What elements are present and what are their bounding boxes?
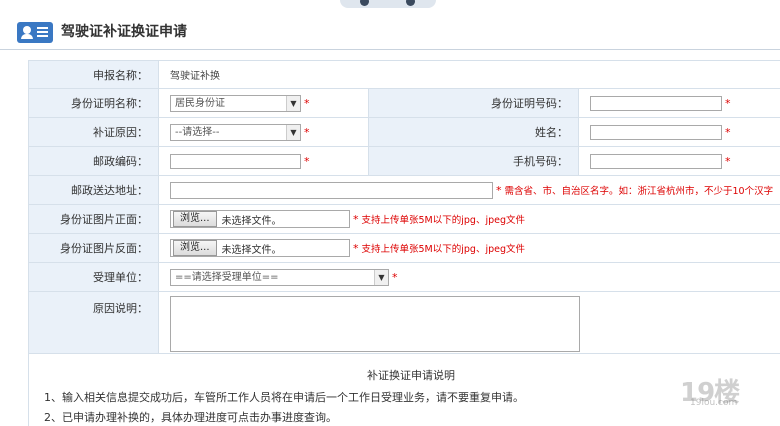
id-front-label: 身份证图片正面： xyxy=(28,204,159,234)
required-mark: * xyxy=(725,125,731,139)
chevron-down-icon: ▼ xyxy=(286,124,300,140)
id-back-file-input[interactable]: 浏览... 未选择文件。 xyxy=(170,239,350,257)
id-type-label: 身份证明名称： xyxy=(28,88,159,118)
required-mark: * xyxy=(496,183,502,197)
instruction-line-1: 1、输入相关信息提交成功后，车管所工作人员将在申请后一个工作日受理业务，请不要重… xyxy=(44,391,524,404)
required-mark: * xyxy=(353,241,359,255)
no-file-text: 未选择文件。 xyxy=(221,244,282,256)
office-select[interactable]: ==请选择受理单位== ▼ xyxy=(170,268,389,286)
reason-label: 补证原因： xyxy=(28,117,159,147)
name-label: 姓名： xyxy=(368,117,579,147)
instruction-line-2: 2、已申请办理补换的，具体办理进度可点击办事进度查询。 xyxy=(44,411,337,424)
required-mark: * xyxy=(353,212,359,226)
user-list-icon xyxy=(17,22,53,43)
office-label: 受理单位： xyxy=(28,262,159,292)
upload-hint: 支持上传单张5M以下的jpg、jpeg文件 xyxy=(361,215,526,226)
required-mark: * xyxy=(304,96,310,110)
required-mark: * xyxy=(725,154,731,168)
browse-button[interactable]: 浏览... xyxy=(173,240,217,256)
instructions-title: 补证换证申请说明 xyxy=(367,369,455,382)
chevron-down-icon: ▼ xyxy=(374,269,388,285)
page-title: 驾驶证补证换证申请 xyxy=(61,24,187,40)
address-input[interactable] xyxy=(170,181,493,199)
browse-button[interactable]: 浏览... xyxy=(173,211,217,227)
reason-desc-textarea[interactable] xyxy=(170,296,580,352)
car-graphic xyxy=(340,0,436,8)
upload-hint: 支持上传单张5M以下的jpg、jpeg文件 xyxy=(361,244,526,255)
chevron-down-icon: ▼ xyxy=(286,95,300,111)
postcode-input[interactable] xyxy=(170,153,301,169)
reason-selected-value: --请选择-- xyxy=(175,126,220,138)
reason-desc-label: 原因说明： xyxy=(28,291,159,356)
id-number-label: 身份证明号码： xyxy=(368,88,579,118)
required-mark: * xyxy=(304,125,310,139)
reason-select[interactable]: --请选择-- ▼ xyxy=(170,123,301,141)
id-number-input[interactable] xyxy=(590,95,722,111)
id-type-selected-value: 居民身份证 xyxy=(175,97,225,109)
id-front-file-input[interactable]: 浏览... 未选择文件。 xyxy=(170,210,350,228)
id-back-label: 身份证图片反面： xyxy=(28,233,159,263)
report-name-value: 驾驶证补换 xyxy=(170,71,220,82)
id-type-select[interactable]: 居民身份证 ▼ xyxy=(170,94,301,112)
application-form: 申报名称： 驾驶证补换 身份证明名称： 居民身份证 ▼ * 身份证明号码： * 补证… xyxy=(28,60,780,356)
required-mark: * xyxy=(304,154,310,168)
address-label: 邮政送达地址： xyxy=(28,175,159,205)
no-file-text: 未选择文件。 xyxy=(221,215,282,227)
report-name-label: 申报名称： xyxy=(28,60,159,89)
office-selected-value: ==请选择受理单位== xyxy=(175,271,279,283)
top-banner xyxy=(0,0,780,14)
postcode-label: 邮政编码： xyxy=(28,146,159,176)
required-mark: * xyxy=(725,96,731,110)
site-watermark-url: 19lou.com xyxy=(690,398,738,408)
address-hint: 需含省、市、自治区名字。如：浙江省杭州市，不少于10个汉字 xyxy=(504,186,774,197)
phone-input[interactable] xyxy=(590,153,722,169)
phone-label: 手机号码： xyxy=(368,146,579,176)
name-input[interactable] xyxy=(590,124,722,140)
required-mark: * xyxy=(392,270,398,284)
instructions-panel: 补证换证申请说明 1、输入相关信息提交成功后，车管所工作人员将在申请后一个工作日… xyxy=(28,353,780,426)
